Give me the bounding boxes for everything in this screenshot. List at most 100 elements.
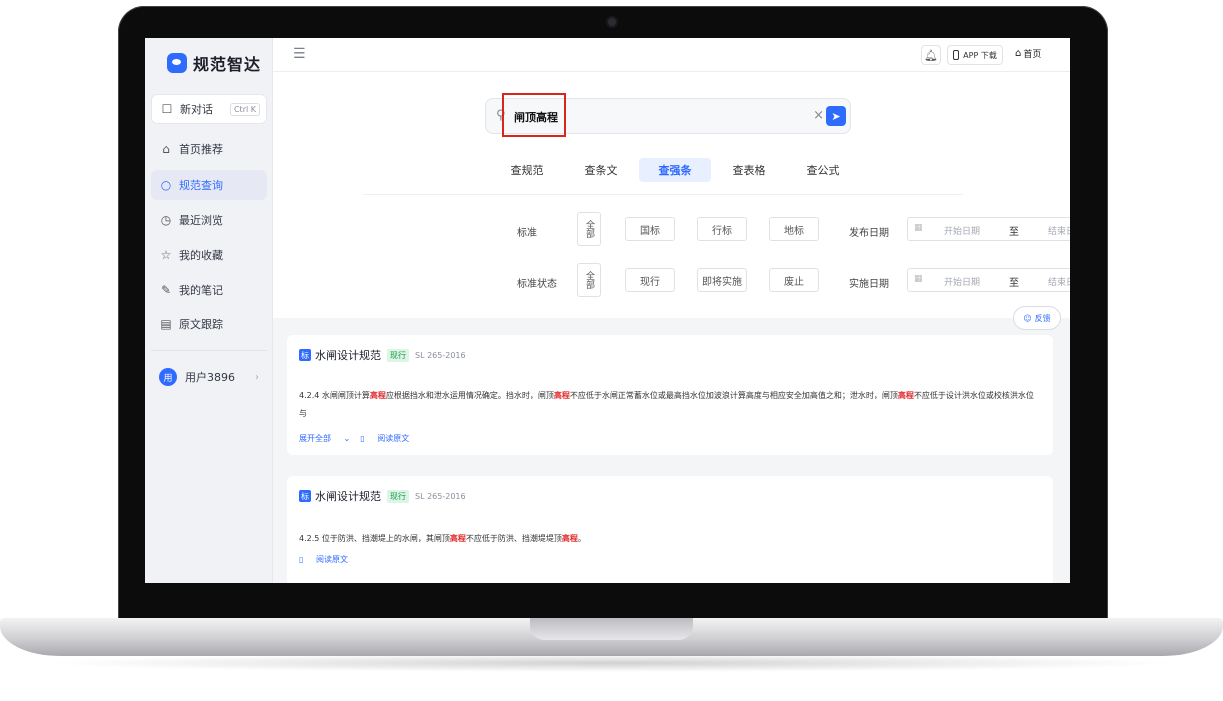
filter-standard-industry[interactable]: 行标 [697,217,747,241]
standard-code: SL 265-2016 [415,350,466,360]
app-screen: 规范智达 ☐ 新对话 Ctrl K ⌂ 首页推荐 ○ 规范查询 ◷ 最近浏览 ☆ [145,38,1070,583]
user-name: 用户3896 [185,371,235,384]
feedback-label: 反馈 [1034,313,1051,323]
new-chat-button[interactable]: ☐ 新对话 Ctrl K [151,94,267,124]
search-panel: ⚲ 闸顶高程 × ➤ 查规范 查条文 查强条 查表格 查公式 标准 全部 国标 … [273,72,1070,318]
search-tabs: 查规范 查条文 查强条 查表格 查公式 [491,158,861,182]
result-text-segment: 不应低于防洪、挡潮堤堤顶 [465,534,562,543]
filter-standard-local[interactable]: 地标 [769,217,819,241]
menu-icon[interactable]: ☰ [293,46,306,62]
tab-table[interactable]: 查表格 [713,158,785,182]
tab-clause[interactable]: 查条文 [565,158,637,182]
result-text-segment: 应根据挡水和泄水运用情况确定。挡水时，闸顶 [385,391,554,400]
result-card[interactable]: 标 水闸设计规范 现行 SL 265-2016 4.2.5 位于防洪、挡潮堤上的… [287,476,1053,583]
effective-date-range[interactable]: ▦ 开始日期 至 结束日期 [907,268,1070,292]
phone-icon [953,50,960,60]
sidebar-item-label: 首页推荐 [179,143,223,156]
filter-status-upcoming[interactable]: 即将实施 [697,268,747,292]
sidebar-item-label: 我的收藏 [179,249,223,262]
result-actions: ▯ 阅读原文 [299,554,368,565]
highlighted-keyword: 高程 [369,391,386,400]
search-icon: ○ [160,178,172,192]
result-text: 4.2.5 位于防洪、挡潮堤上的水闸，其闸顶高程不应低于防洪、挡潮堤堤顶高程。 [299,530,1041,548]
publish-start-date[interactable]: 开始日期 [944,224,980,237]
date-range-separator: 至 [1009,278,1019,289]
expand-all-link[interactable]: 展开全部 ⌄ [299,433,350,444]
status-badge: 现行 [387,489,409,503]
app-download-button[interactable]: APP 下载 [947,45,1003,65]
publish-end-date[interactable]: 结束日期 [1048,224,1070,237]
home-icon: ⌂ [1015,48,1022,59]
sidebar-item-label: 规范查询 [179,179,223,192]
search-input[interactable]: ⚲ 闸顶高程 × ➤ [485,93,851,137]
home-link-label: 首页 [1023,50,1042,60]
avatar: 用 [159,368,177,386]
status-badge: 现行 [387,348,409,362]
tab-divider [363,194,963,195]
sidebar-item-label: 我的笔记 [179,284,223,297]
sidebar-item-label: 最近浏览 [179,214,223,227]
tab-mandatory[interactable]: 查强条 [639,158,711,182]
highlight-annotation-box [502,93,566,137]
sidebar-item-label: 原文跟踪 [179,318,223,331]
bell-icon[interactable]: 🔔︎ [921,45,941,65]
effective-start-date[interactable]: 开始日期 [944,275,980,288]
filter-standard-national[interactable]: 国标 [625,217,675,241]
result-text-segment: 4.2.5 位于防洪、挡潮堤上的水闸，其闸顶 [299,534,450,543]
chat-icon: ☐ [161,102,173,116]
app-download-label: APP 下载 [963,50,997,60]
sidebar: 规范智达 ☐ 新对话 Ctrl K ⌂ 首页推荐 ○ 规范查询 ◷ 最近浏览 ☆ [145,38,273,583]
camera-icon [608,18,616,26]
highlighted-keyword: 高程 [449,534,466,543]
sidebar-item-tracking[interactable]: ▤ 原文跟踪 [151,309,267,339]
result-text: 4.2.4 水闸闸顶计算高程应根据挡水和泄水运用情况确定。挡水时，闸顶高程不应低… [299,387,1041,423]
publish-date-range[interactable]: ▦ 开始日期 至 结束日期 [907,217,1070,241]
result-title[interactable]: 水闸设计规范 [315,488,381,504]
tab-formula[interactable]: 查公式 [787,158,859,182]
document-icon: ▤ [160,317,172,331]
clear-icon[interactable]: × [813,108,824,123]
clock-icon: ◷ [160,213,172,227]
laptop-frame: 规范智达 ☐ 新对话 Ctrl K ⌂ 首页推荐 ○ 规范查询 ◷ 最近浏览 ☆ [0,0,1223,701]
read-original-link[interactable]: ▯ 阅读原文 [299,554,358,565]
book-icon: ▯ [299,555,304,564]
sidebar-item-home[interactable]: ⌂ 首页推荐 [151,134,267,164]
filter-status-current[interactable]: 现行 [625,268,675,292]
book-icon: ▯ [360,434,365,443]
filter-publish-date-label: 发布日期 [849,228,889,239]
sidebar-item-notes[interactable]: ✎ 我的笔记 [151,275,267,305]
calendar-icon: ▦ [914,274,923,284]
home-link[interactable]: ⌂ 首页 [1015,47,1041,60]
edit-icon: ✎ [160,283,172,297]
highlighted-keyword: 高程 [897,391,914,400]
calendar-icon: ▦ [914,223,923,233]
sidebar-item-favorites[interactable]: ☆ 我的收藏 [151,240,267,270]
laptop-shadow [40,654,1183,672]
user-profile[interactable]: 用 用户3896 › [151,362,267,392]
filter-status-all[interactable]: 全部 [577,263,601,297]
read-original-link[interactable]: ▯ 阅读原文 [360,433,419,444]
feedback-button[interactable]: ☺ 反馈 [1013,306,1061,330]
tab-spec[interactable]: 查规范 [491,158,563,182]
document-icon: 标 [299,349,311,361]
logo-icon [167,53,187,73]
logo[interactable]: 规范智达 [167,52,261,74]
home-icon: ⌂ [162,142,170,156]
shortcut-hint: Ctrl K [229,102,260,116]
filter-status-repealed[interactable]: 废止 [769,268,819,292]
sidebar-item-recent[interactable]: ◷ 最近浏览 [151,205,267,235]
filter-effective-date-label: 实施日期 [849,279,889,290]
star-icon: ☆ [160,248,172,262]
feedback-icon: ☺ [1023,313,1032,323]
highlighted-keyword: 高程 [561,534,578,543]
result-title[interactable]: 水闸设计规范 [315,347,381,363]
filter-status-label: 标准状态 [517,279,557,290]
read-original-label: 阅读原文 [377,434,410,443]
result-actions: 展开全部 ⌄ ▯ 阅读原文 [299,433,429,444]
filter-standard-all[interactable]: 全部 [577,212,601,246]
sidebar-item-spec-search[interactable]: ○ 规范查询 [151,170,267,200]
result-card[interactable]: 标 水闸设计规范 现行 SL 265-2016 4.2.4 水闸闸顶计算高程应根… [287,335,1053,455]
highlighted-keyword: 高程 [553,391,570,400]
send-icon[interactable]: ➤ [826,106,846,126]
effective-end-date[interactable]: 结束日期 [1048,275,1070,288]
